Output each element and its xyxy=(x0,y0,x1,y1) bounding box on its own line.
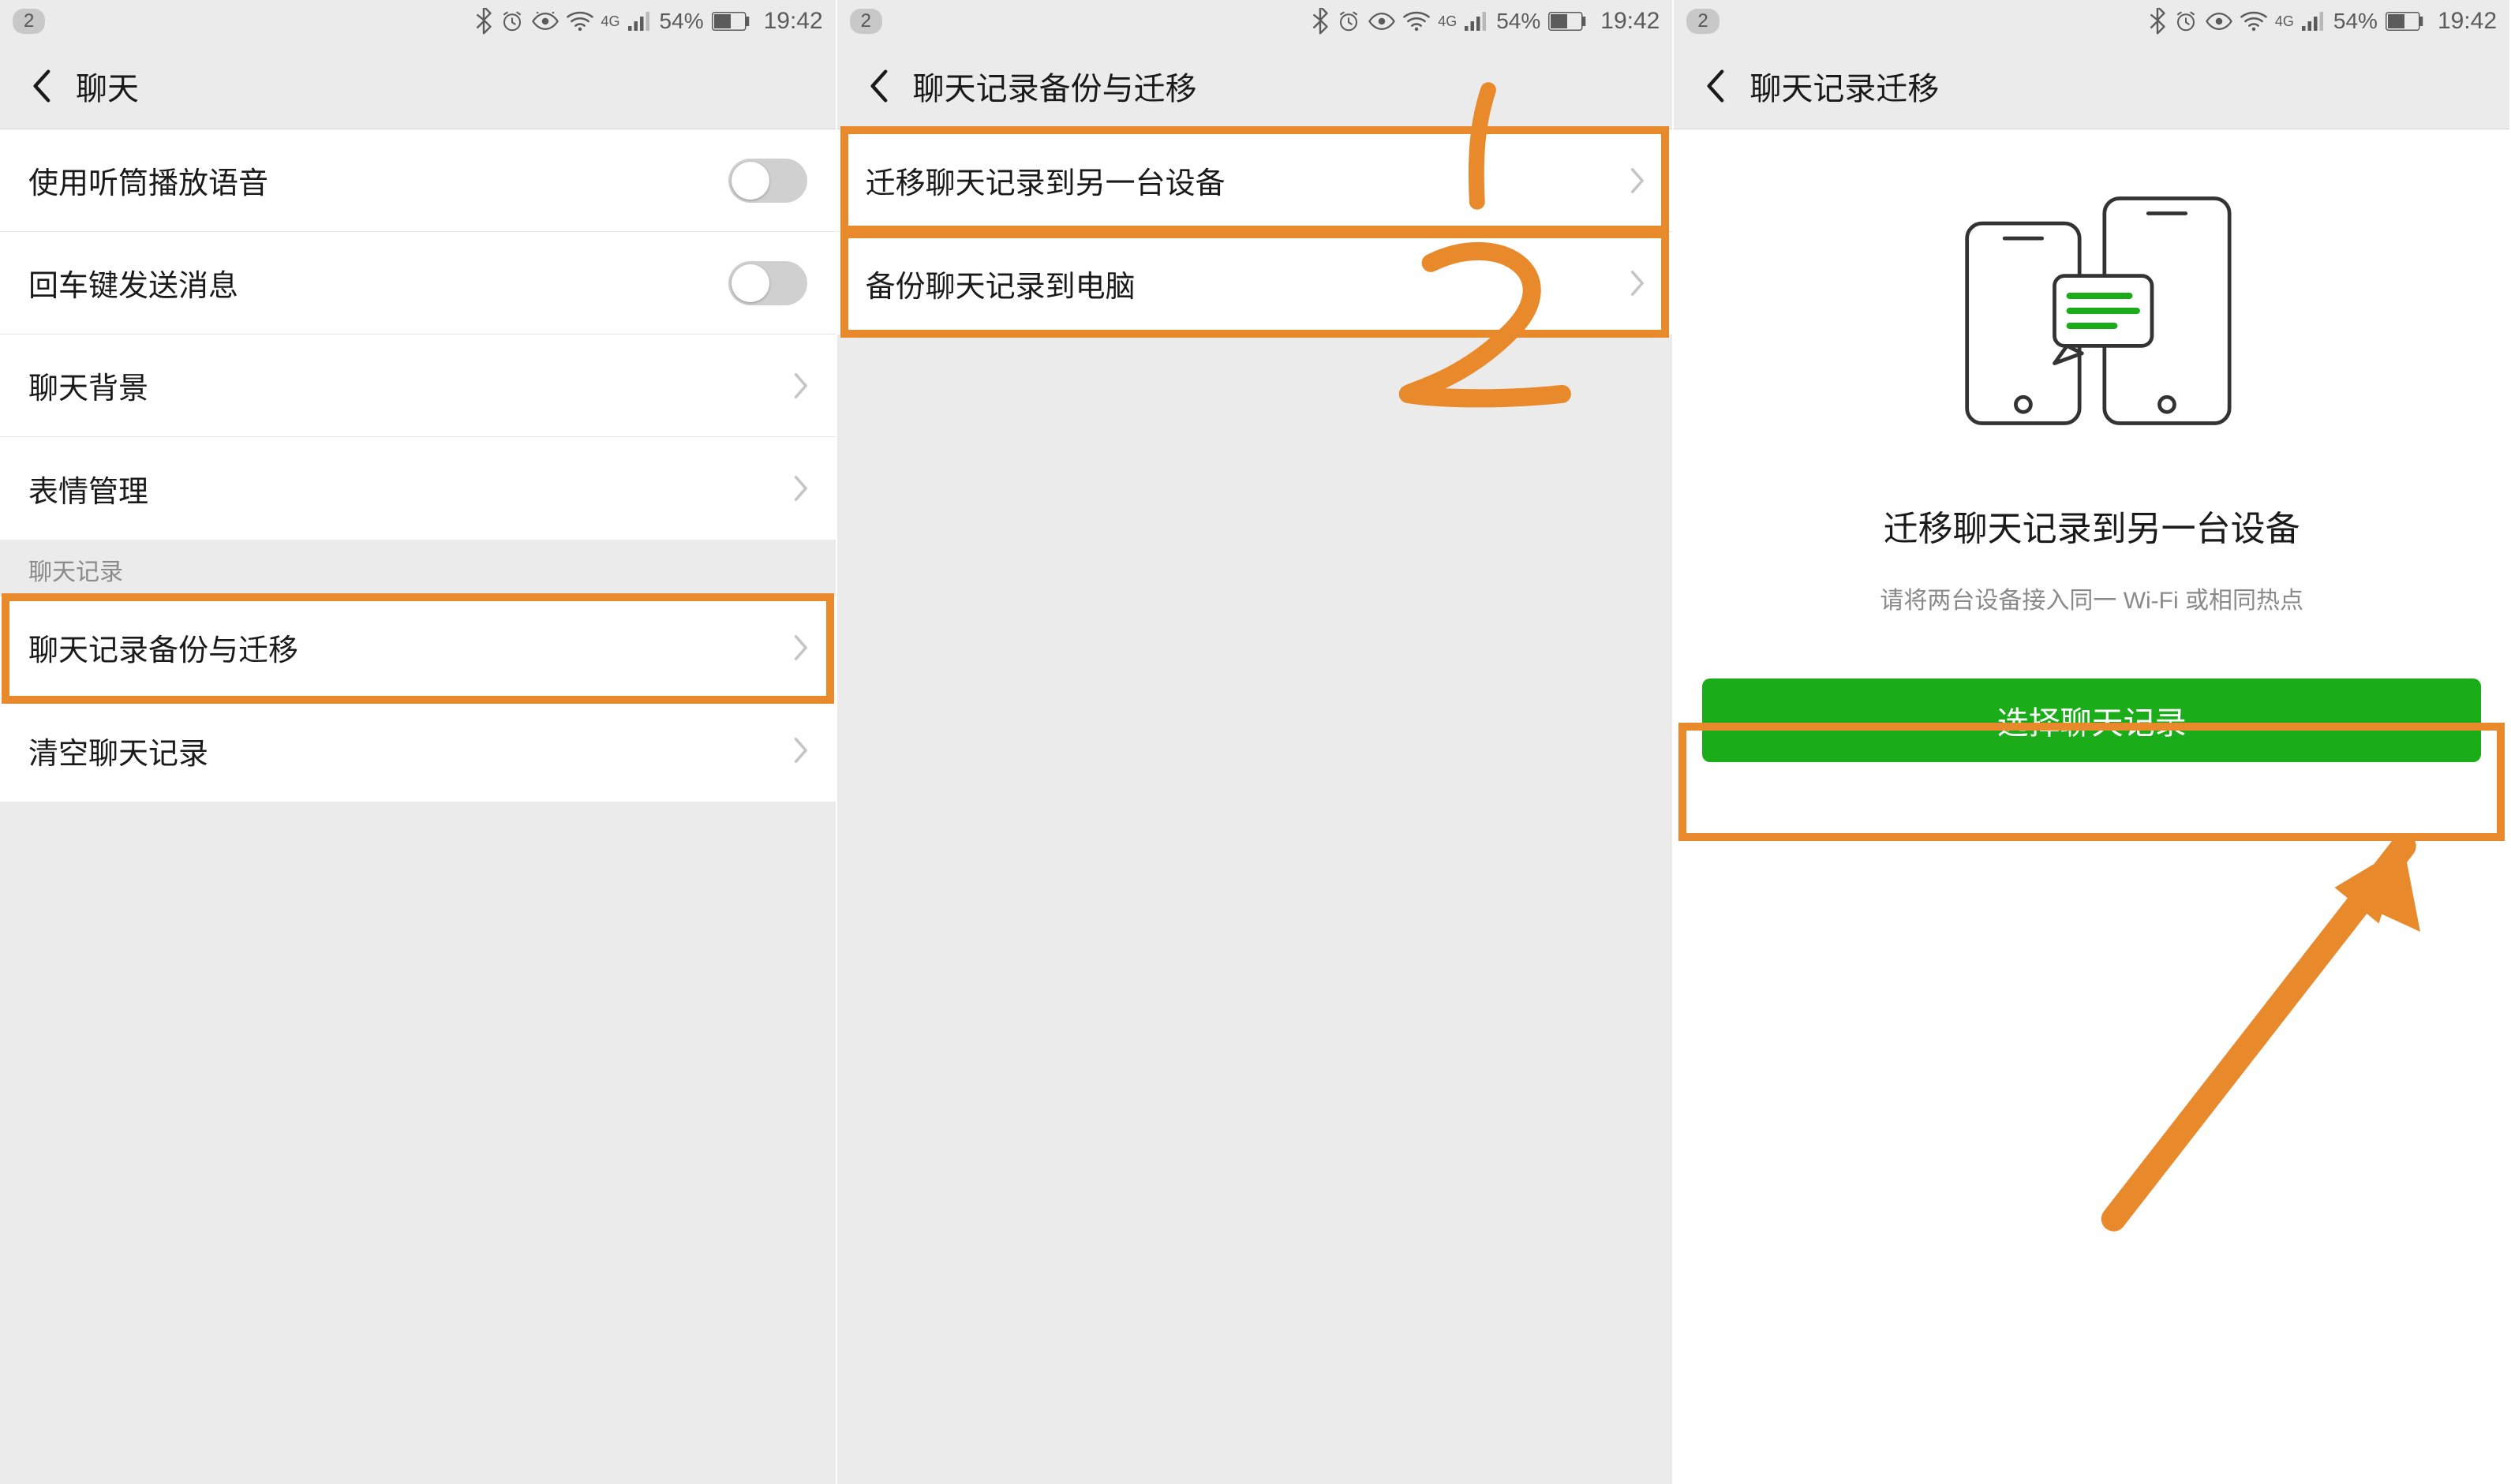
toggle-earpiece[interactable] xyxy=(728,159,807,203)
migrate-subtext: 请将两台设备接入同一 Wi-Fi 或相同热点 xyxy=(1674,581,2509,615)
eye-icon xyxy=(532,12,559,31)
chevron-left-icon xyxy=(868,69,889,103)
row-label: 聊天背景 xyxy=(28,364,793,407)
history-list: 聊天记录备份与迁移 清空聊天记录 xyxy=(0,596,836,802)
row-migrate-to-device[interactable]: 迁移聊天记录到另一台设备 xyxy=(837,129,1673,232)
screen-migrate-history: 2 4G 54% 19:42 聊天记录迁移 xyxy=(1674,0,2511,1484)
signal-icon xyxy=(1465,11,1488,32)
wifi-icon xyxy=(567,11,593,32)
wifi-icon xyxy=(2240,11,2267,32)
row-clear-history[interactable]: 清空聊天记录 xyxy=(0,699,836,802)
network-4g-label: 4G xyxy=(1438,13,1457,30)
status-bar: 2 4G 54% 19:42 xyxy=(0,0,836,43)
screen-backup-migrate: 2 4G 54% 19:42 聊天记录备份与迁移 迁移聊天记录到另一台设备 备份… xyxy=(837,0,1675,1484)
wifi-icon xyxy=(1403,11,1430,32)
options-list: 迁移聊天记录到另一台设备 备份聊天记录到电脑 xyxy=(837,129,1673,335)
row-backup-migrate[interactable]: 聊天记录备份与迁移 xyxy=(0,596,836,699)
row-earpiece-playback[interactable]: 使用听筒播放语音 xyxy=(0,129,836,232)
row-chat-background[interactable]: 聊天背景 xyxy=(0,335,836,437)
battery-percent: 54% xyxy=(2333,9,2378,34)
back-button[interactable] xyxy=(1696,67,1734,105)
two-phones-icon xyxy=(1942,185,2242,437)
row-label: 表情管理 xyxy=(28,467,793,510)
row-enter-to-send[interactable]: 回车键发送消息 xyxy=(0,232,836,335)
status-icons: 4G 54% 19:42 xyxy=(1312,8,1660,35)
nav-header: 聊天 xyxy=(0,43,836,129)
notification-count-badge: 2 xyxy=(850,9,882,34)
chevron-right-icon xyxy=(793,738,807,763)
row-label: 回车键发送消息 xyxy=(28,261,728,305)
select-chat-history-button[interactable]: 选择聊天记录 xyxy=(1702,678,2481,762)
notification-count-badge: 2 xyxy=(13,9,45,34)
page-title: 聊天记录备份与迁移 xyxy=(913,63,1197,109)
row-label: 清空聊天记录 xyxy=(28,729,793,772)
chevron-right-icon xyxy=(793,373,807,398)
battery-percent: 54% xyxy=(1496,9,1540,34)
screen-chat-settings: 2 4G 54% 19:42 聊天 使用听筒播放语音 回车键发送消息 xyxy=(0,0,837,1484)
clock: 19:42 xyxy=(2438,8,2497,35)
alarm-icon xyxy=(1337,9,1360,33)
clock: 19:42 xyxy=(1600,8,1660,35)
migrate-heading: 迁移聊天记录到另一台设备 xyxy=(1674,500,2509,551)
signal-icon xyxy=(2302,11,2326,32)
section-header-chat-history: 聊天记录 xyxy=(0,540,836,596)
signal-icon xyxy=(628,11,652,32)
bluetooth-icon xyxy=(1312,8,1329,35)
chevron-right-icon xyxy=(793,635,807,660)
battery-icon xyxy=(2386,12,2423,31)
row-label: 迁移聊天记录到另一台设备 xyxy=(866,159,1630,202)
page-title: 聊天记录迁移 xyxy=(1749,63,1939,109)
chevron-left-icon xyxy=(1705,69,1725,103)
row-label: 使用听筒播放语音 xyxy=(28,159,728,202)
notification-count-badge: 2 xyxy=(1686,9,1719,34)
eye-icon xyxy=(2206,12,2232,31)
row-backup-to-pc[interactable]: 备份聊天记录到电脑 xyxy=(837,232,1673,335)
page-title: 聊天 xyxy=(76,63,139,109)
back-button[interactable] xyxy=(22,67,60,105)
migrate-illustration xyxy=(1674,161,2509,461)
battery-icon xyxy=(712,12,750,31)
network-4g-label: 4G xyxy=(601,13,620,30)
battery-percent: 54% xyxy=(660,9,704,34)
battery-icon xyxy=(1548,12,1586,31)
bluetooth-icon xyxy=(2149,8,2166,35)
status-icons: 4G 54% 19:42 xyxy=(475,8,823,35)
button-label: 选择聊天记录 xyxy=(1997,697,2187,743)
section-label: 聊天记录 xyxy=(28,552,123,587)
chevron-left-icon xyxy=(31,69,51,103)
clock: 19:42 xyxy=(764,8,823,35)
migrate-body: 迁移聊天记录到另一台设备 请将两台设备接入同一 Wi-Fi 或相同热点 选择聊天… xyxy=(1674,129,2509,1484)
status-bar: 2 4G 54% 19:42 xyxy=(1674,0,2509,43)
chevron-right-icon xyxy=(793,476,807,501)
network-4g-label: 4G xyxy=(2275,13,2294,30)
status-bar: 2 4G 54% 19:42 xyxy=(837,0,1673,43)
status-icons: 4G 54% 19:42 xyxy=(2149,8,2497,35)
chevron-right-icon xyxy=(1630,271,1644,296)
alarm-icon xyxy=(500,9,524,33)
bluetooth-icon xyxy=(475,8,492,35)
row-label: 聊天记录备份与迁移 xyxy=(28,626,793,669)
eye-icon xyxy=(1368,12,1395,31)
row-label: 备份聊天记录到电脑 xyxy=(866,262,1630,305)
row-sticker-management[interactable]: 表情管理 xyxy=(0,437,836,540)
nav-header: 聊天记录迁移 xyxy=(1674,43,2509,129)
nav-header: 聊天记录备份与迁移 xyxy=(837,43,1673,129)
alarm-icon xyxy=(2174,9,2198,33)
toggle-enter-send[interactable] xyxy=(728,261,807,305)
chevron-right-icon xyxy=(1630,168,1644,193)
settings-list: 使用听筒播放语音 回车键发送消息 聊天背景 表情管理 xyxy=(0,129,836,540)
back-button[interactable] xyxy=(859,67,897,105)
